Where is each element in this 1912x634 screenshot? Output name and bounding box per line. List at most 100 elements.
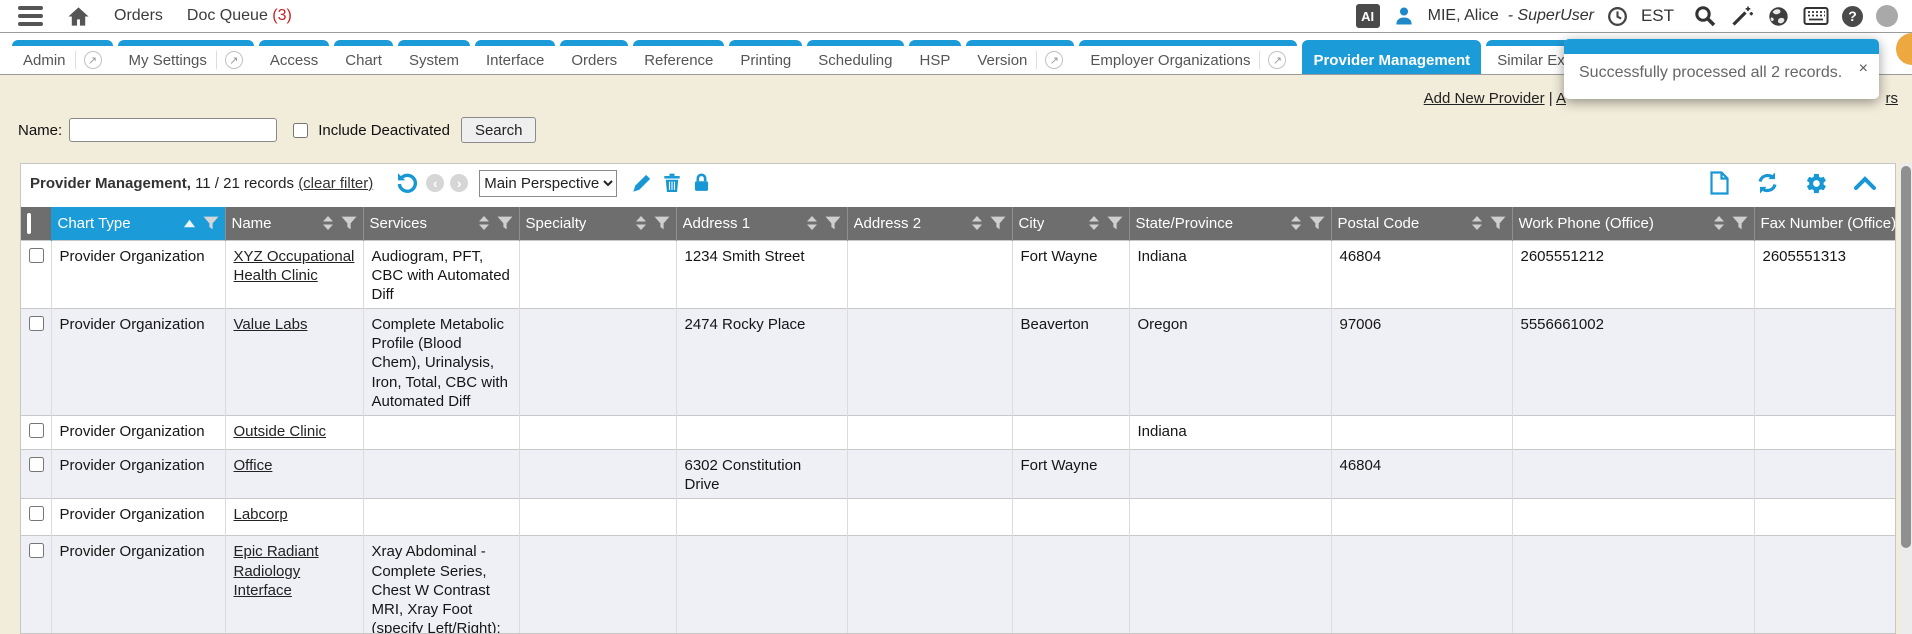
cell-chart-type: Provider Organization xyxy=(51,416,225,450)
column-header-services[interactable]: Services xyxy=(363,207,519,240)
filter-funnel-icon[interactable] xyxy=(825,216,841,230)
row-checkbox[interactable] xyxy=(29,248,44,263)
row-checkbox[interactable] xyxy=(29,316,44,331)
provider-name-link[interactable]: Office xyxy=(234,457,273,474)
column-header-address1[interactable]: Address 1 xyxy=(676,207,847,240)
include-deactivated-checkbox[interactable] xyxy=(293,123,308,138)
filter-funnel-icon[interactable] xyxy=(1490,216,1506,230)
column-header-fax-number[interactable]: Fax Number (Office) xyxy=(1754,207,1896,240)
clear-filter-link[interactable]: (clear filter) xyxy=(298,175,373,192)
cell-postal: 46804 xyxy=(1331,450,1512,499)
partially-hidden-link-end[interactable]: rs xyxy=(1886,90,1899,107)
tab-access[interactable]: Access xyxy=(259,40,329,74)
add-new-provider-link[interactable]: Add New Provider xyxy=(1424,90,1545,107)
new-document-icon[interactable] xyxy=(1709,171,1730,195)
row-checkbox[interactable] xyxy=(29,423,44,438)
tab-printing[interactable]: Printing xyxy=(729,40,802,74)
refresh-icon[interactable] xyxy=(1755,171,1780,195)
ai-badge[interactable]: AI xyxy=(1356,4,1380,28)
tab-version[interactable]: Version↗ xyxy=(966,40,1074,74)
provider-name-link[interactable]: Labcorp xyxy=(234,506,288,523)
filter-funnel-icon[interactable] xyxy=(1309,216,1325,230)
filter-funnel-icon[interactable] xyxy=(497,216,513,230)
column-header-postal-code[interactable]: Postal Code xyxy=(1331,207,1512,240)
cell-city: Fort Wayne xyxy=(1012,240,1129,309)
avatar[interactable] xyxy=(1876,5,1898,27)
next-page-icon[interactable]: › xyxy=(450,174,468,192)
external-link-icon[interactable]: ↗ xyxy=(1045,51,1063,69)
table-header-row: Chart Type Name Services xyxy=(21,207,1896,240)
column-header-name[interactable]: Name xyxy=(225,207,363,240)
select-all-checkbox[interactable] xyxy=(27,213,31,234)
external-link-icon[interactable]: ↗ xyxy=(225,51,243,69)
select-all-header[interactable] xyxy=(21,207,51,240)
filter-funnel-icon[interactable] xyxy=(1107,216,1123,230)
column-header-city[interactable]: City xyxy=(1012,207,1129,240)
column-header-work-phone[interactable]: Work Phone (Office) xyxy=(1512,207,1754,240)
cell-state xyxy=(1129,536,1331,634)
search-icon[interactable] xyxy=(1693,4,1717,28)
lock-perspective-icon[interactable] xyxy=(691,172,712,194)
filter-funnel-icon[interactable] xyxy=(341,216,357,230)
external-link-icon[interactable]: ↗ xyxy=(1268,51,1286,69)
provider-name-link[interactable]: Outside Clinic xyxy=(234,423,327,440)
table-row: Provider Organization XYZ Occupational H… xyxy=(21,240,1896,309)
vertical-scrollbar[interactable] xyxy=(1900,163,1912,634)
user-icon[interactable] xyxy=(1393,5,1415,27)
search-button[interactable]: Search xyxy=(461,117,537,143)
provider-name-link[interactable]: Epic Radiant Radiology Interface xyxy=(234,543,319,598)
column-header-specialty[interactable]: Specialty xyxy=(519,207,676,240)
sort-icon xyxy=(322,216,334,230)
provider-name-link[interactable]: Value Labs xyxy=(234,316,308,333)
help-icon[interactable]: ? xyxy=(1842,6,1863,27)
clock-icon[interactable] xyxy=(1607,6,1628,27)
tab-system[interactable]: System xyxy=(398,40,470,74)
filter-funnel-icon[interactable] xyxy=(203,216,219,230)
globe-icon[interactable] xyxy=(1767,5,1790,28)
column-header-state[interactable]: State/Province xyxy=(1129,207,1331,240)
collapse-panel-icon[interactable] xyxy=(1853,174,1877,192)
keyboard-icon[interactable] xyxy=(1803,5,1829,27)
wand-icon[interactable] xyxy=(1730,4,1754,28)
scrollbar-thumb[interactable] xyxy=(1901,166,1911,548)
row-checkbox[interactable] xyxy=(29,457,44,472)
edit-perspective-icon[interactable] xyxy=(631,172,653,194)
external-link-icon[interactable]: ↗ xyxy=(84,51,102,69)
tab-interface[interactable]: Interface xyxy=(475,40,555,74)
tab-hsp[interactable]: HSP xyxy=(909,40,962,74)
hamburger-menu-icon[interactable] xyxy=(18,6,43,26)
menu-item-orders[interactable]: Orders xyxy=(114,7,163,25)
tab-reference[interactable]: Reference xyxy=(633,40,724,74)
menu-item-doc-queue[interactable]: Doc Queue (3) xyxy=(187,7,292,25)
cell-specialty xyxy=(519,536,676,634)
tab-scheduling[interactable]: Scheduling xyxy=(807,40,903,74)
records-summary: 11 / 21 records xyxy=(195,175,294,192)
prev-page-icon[interactable]: ‹ xyxy=(426,174,444,192)
cell-postal xyxy=(1331,536,1512,634)
tab-my-settings[interactable]: My Settings↗ xyxy=(118,40,254,74)
filter-funnel-icon[interactable] xyxy=(654,216,670,230)
provider-name-link[interactable]: XYZ Occupational Health Clinic xyxy=(234,248,355,284)
settings-gear-icon[interactable] xyxy=(1805,172,1828,195)
row-checkbox[interactable] xyxy=(29,543,44,558)
name-input[interactable] xyxy=(69,118,277,142)
sort-icon xyxy=(1471,216,1483,230)
column-header-address2[interactable]: Address 2 xyxy=(847,207,1012,240)
cell-state: Indiana xyxy=(1129,240,1331,309)
tab-provider-management[interactable]: Provider Management xyxy=(1302,40,1481,74)
row-checkbox[interactable] xyxy=(29,506,44,521)
cell-specialty xyxy=(519,450,676,499)
close-icon[interactable]: × xyxy=(1859,61,1868,77)
perspective-select[interactable]: Main Perspective xyxy=(479,170,617,197)
undo-icon[interactable] xyxy=(395,171,419,195)
cell-name: Value Labs xyxy=(225,309,363,416)
filter-funnel-icon[interactable] xyxy=(990,216,1006,230)
column-header-chart-type[interactable]: Chart Type xyxy=(51,207,225,240)
delete-perspective-icon[interactable] xyxy=(661,172,683,194)
tab-chart[interactable]: Chart xyxy=(334,40,393,74)
tab-employer-organizations[interactable]: Employer Organizations↗ xyxy=(1079,40,1297,74)
filter-funnel-icon[interactable] xyxy=(1732,216,1748,230)
home-icon[interactable] xyxy=(67,5,90,28)
tab-admin[interactable]: Admin↗ xyxy=(12,40,113,74)
tab-orders[interactable]: Orders xyxy=(560,40,628,74)
